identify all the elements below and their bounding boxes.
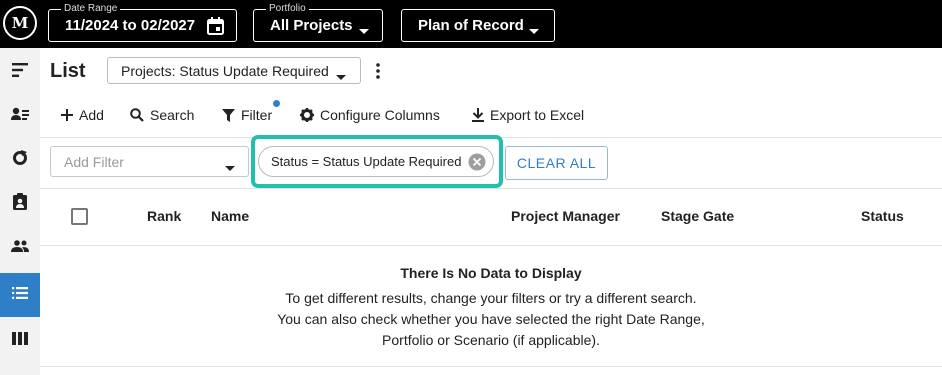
more-options-icon[interactable] [371, 61, 385, 81]
add-filter-select[interactable]: Add Filter [50, 146, 249, 177]
table-header-divider [40, 245, 942, 246]
chevron-down-icon [529, 22, 539, 40]
columns-icon [12, 332, 28, 350]
empty-state-message-line: Portfolio or Scenario (if applicable). [382, 332, 600, 348]
remove-filter-icon[interactable] [468, 153, 486, 171]
select-all-checkbox[interactable] [71, 208, 88, 225]
add-button[interactable]: Add [61, 104, 104, 126]
column-header-stage-gate[interactable]: Stage Gate [661, 208, 734, 224]
export-excel-button[interactable]: Export to Excel [472, 104, 584, 126]
date-range-legend: Date Range [61, 2, 121, 16]
clear-all-button[interactable]: CLEAR ALL [505, 146, 608, 180]
portfolio-value: All Projects [270, 17, 353, 34]
page-title: List [50, 60, 86, 82]
scenario-select[interactable]: Plan of Record [401, 9, 555, 42]
empty-state-message-line: To get different results, change your fi… [285, 290, 697, 306]
column-header-status[interactable]: Status [861, 208, 904, 224]
sidebar-item-assignments[interactable] [0, 182, 40, 226]
filter-active-indicator [273, 100, 280, 107]
date-range-picker[interactable]: Date Range 11/2024 to 02/2027 [48, 2, 237, 42]
download-icon [472, 108, 484, 122]
filter-icon [222, 108, 235, 122]
clipboard-person-icon [13, 193, 27, 215]
sidebar-item-menu[interactable] [0, 50, 40, 94]
app-logo[interactable]: M [3, 6, 37, 40]
search-label: Search [150, 107, 195, 123]
active-filter-label: Status = Status Update Required [271, 154, 462, 169]
sidebar-item-list[interactable] [0, 273, 40, 317]
export-excel-label: Export to Excel [490, 107, 585, 123]
empty-state-title: There Is No Data to Display [400, 265, 582, 281]
view-select-value: Projects: Status Update Required [121, 63, 329, 79]
column-header-rank[interactable]: Rank [147, 208, 181, 224]
portfolio-legend: Portfolio [266, 2, 309, 16]
column-header-project-manager[interactable]: Project Manager [511, 208, 620, 224]
sidebar [0, 48, 40, 375]
configure-columns-label: Configure Columns [320, 107, 440, 123]
active-filter-chip[interactable]: Status = Status Update Required [258, 146, 494, 177]
filter-button[interactable]: Filter [222, 104, 272, 126]
plus-icon [61, 109, 73, 121]
search-button[interactable]: Search [130, 104, 194, 126]
chevron-down-icon [225, 159, 235, 177]
column-header-name[interactable]: Name [211, 208, 249, 224]
scenario-value: Plan of Record [418, 17, 524, 34]
date-range-value: 11/2024 to 02/2027 [65, 17, 196, 34]
gear-icon [300, 108, 314, 122]
person-list-icon [11, 107, 29, 126]
sidebar-item-cycle[interactable] [0, 138, 40, 182]
people-icon [11, 239, 29, 257]
filter-divider [40, 188, 942, 189]
sidebar-item-board[interactable] [0, 319, 40, 363]
sidebar-item-resources[interactable] [0, 94, 40, 138]
chevron-down-icon [359, 22, 369, 40]
menu-lines-icon [12, 62, 28, 82]
empty-state-message-line: You can also check whether you have sele… [277, 311, 705, 327]
list-icon [12, 286, 28, 304]
search-icon [130, 108, 144, 122]
portfolio-select[interactable]: Portfolio All Projects [253, 2, 383, 42]
add-filter-placeholder: Add Filter [64, 154, 124, 170]
view-select[interactable]: Projects: Status Update Required [107, 57, 361, 84]
filter-label: Filter [241, 107, 273, 123]
sidebar-item-people[interactable] [0, 226, 40, 270]
top-bar: M Date Range 11/2024 to 02/2027 Portfoli… [0, 0, 942, 48]
bottom-divider [40, 366, 942, 367]
configure-columns-button[interactable]: Configure Columns [300, 104, 440, 126]
add-label: Add [79, 107, 104, 123]
chevron-down-icon [336, 68, 346, 86]
cycle-icon [12, 149, 28, 171]
calendar-icon [207, 17, 224, 40]
